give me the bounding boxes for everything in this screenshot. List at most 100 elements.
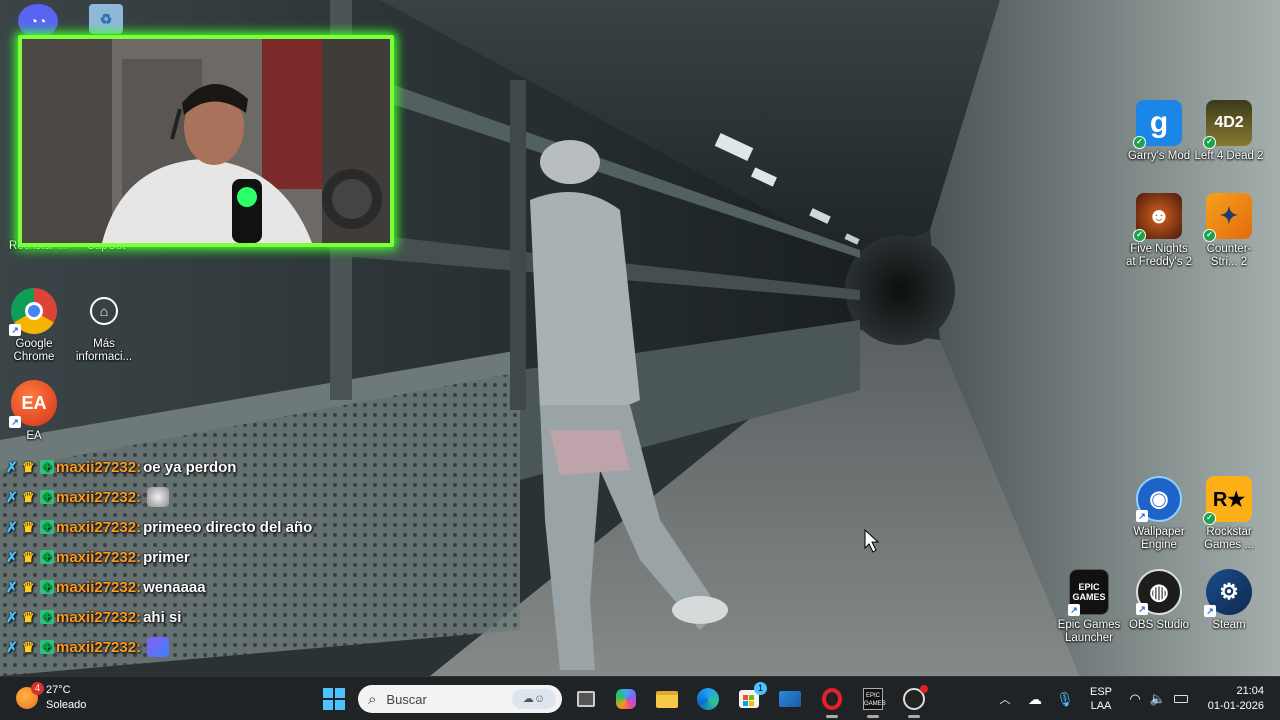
desktop-icon-rockstar-games[interactable]: R★ ✓ Rockstar Games ... (1191, 476, 1267, 552)
speaker-icon: 🔈 (1149, 691, 1167, 706)
chat-text: ahi si (143, 608, 182, 626)
desktop-icon-epic-games[interactable]: EPIC GAMES ↗ Epic Games Launcher (1051, 569, 1127, 645)
obs-running-indicator (908, 715, 920, 718)
moderator-sword-icon: ✗ (6, 518, 18, 535)
search-highlight-icon: ☁☺ (512, 689, 556, 709)
file-explorer-icon (656, 690, 678, 708)
battery-button[interactable] (1171, 689, 1191, 709)
shortcut-arrow-icon: ↗ (1136, 510, 1148, 522)
crown-badge-icon: ♛ (22, 578, 35, 595)
desktop-icon-fnaf-2[interactable]: ☻ ✓ Five Nights at Freddy's 2 (1121, 193, 1197, 269)
subscriber-badge-icon: ✚ (40, 580, 54, 594)
edge-button[interactable] (694, 685, 722, 713)
chat-message: ✗ ♛ ✚ maxii27232: wenaaaa (6, 572, 406, 602)
onedrive-button[interactable]: ☁ (1025, 689, 1045, 709)
cs2-icon: ✦ ✓ (1203, 193, 1252, 242)
obs-icon: ◍ ↗ (1136, 569, 1182, 615)
chat-username: maxii27232: (56, 488, 142, 506)
microphone-icon: 🎙 (1056, 690, 1074, 707)
sun-icon: 4 (16, 682, 44, 709)
copilot-button[interactable] (612, 685, 640, 713)
chrome-icon: ↗ (9, 288, 57, 336)
opera-gx-icon (822, 688, 842, 710)
microsoft-store-icon: 1 (739, 682, 767, 708)
crown-badge-icon: ♛ (22, 488, 35, 505)
desktop-icon-recycle-bin[interactable]: ♻ (68, 4, 144, 34)
chat-username: maxii27232: (56, 518, 142, 536)
wifi-icon: ◠ (1129, 691, 1141, 706)
desktop-icon-steam[interactable]: ⚙ ↗ Steam (1191, 569, 1267, 632)
webcam-feed (22, 39, 390, 243)
subscriber-badge-icon: ✚ (40, 490, 54, 504)
clock-time: 21:04 (1236, 685, 1264, 697)
desktop-icon-mas-informacion[interactable]: ⌂ Más informaci... (66, 288, 142, 364)
obs-taskbar-button[interactable] (900, 685, 928, 713)
moderator-sword-icon: ✗ (6, 488, 18, 505)
webcam-overlay (18, 35, 394, 247)
crown-badge-icon: ♛ (22, 518, 35, 535)
search-placeholder: Buscar (386, 691, 427, 707)
crown-badge-icon: ♛ (22, 638, 35, 655)
store-badge: 1 (754, 682, 767, 695)
chat-text: primer (143, 548, 190, 566)
desktop-icon-ea[interactable]: EA ↗ EA (0, 380, 72, 443)
info-icon: ⌂ (81, 288, 127, 334)
opera-gx-button[interactable] (818, 685, 846, 713)
desktop-icon-discord[interactable]: ◔◔ (0, 4, 76, 38)
synced-check-icon: ✓ (1203, 229, 1216, 242)
mail-icon (779, 691, 801, 707)
desktop-icon-wallpaper-engine[interactable]: ◉ ↗ Wallpaper Engine (1121, 476, 1197, 552)
opera-running-indicator (826, 715, 838, 718)
microphone-button[interactable]: 🎙 (1055, 689, 1075, 709)
taskbar-clock[interactable]: 21:04 01-01-2026 (1200, 684, 1264, 714)
microsoft-store-button[interactable]: 1 (735, 682, 767, 713)
show-hidden-icons-button[interactable]: ︿ (995, 689, 1015, 709)
steam-icon: ⚙ ↗ (1204, 569, 1252, 617)
weather-condition: Soleado (46, 699, 87, 711)
epic-games-icon: EPIC GAMES ↗ (1068, 569, 1109, 616)
subscriber-badge-icon: ✚ (40, 550, 54, 564)
chat-username: maxii27232: (56, 458, 142, 476)
gmod-icon: g ✓ (1133, 100, 1182, 149)
crown-badge-icon: ♛ (22, 608, 35, 625)
moderator-sword-icon: ✗ (6, 638, 18, 655)
chat-message: ✗ ♛ ✚ maxii27232: primer (6, 542, 406, 572)
synced-check-icon: ✓ (1203, 136, 1216, 149)
epic-games-taskbar-button[interactable]: EPIC GAMES (859, 685, 887, 713)
windows-start-icon (323, 688, 345, 710)
desktop-icon-garrys-mod[interactable]: g ✓ Garry's Mod (1121, 100, 1197, 163)
moderator-sword-icon: ✗ (6, 548, 18, 565)
epic-running-indicator (867, 715, 879, 718)
desktop-icon-left-4-dead-2[interactable]: 4D2 ✓ Left 4 Dead 2 (1191, 100, 1267, 163)
cat-emote (147, 487, 170, 507)
shortcut-arrow-icon: ↗ (1136, 603, 1148, 615)
desktop-icon-counter-strike-2[interactable]: ✦ ✓ Counter-Stri... 2 (1191, 193, 1267, 269)
chat-message: ✗ ♛ ✚ maxii27232: oe ya perdon (6, 452, 406, 482)
mail-button[interactable] (776, 685, 804, 713)
shortcut-arrow-icon: ↗ (1068, 604, 1080, 616)
edge-icon (697, 688, 719, 710)
file-explorer-button[interactable] (653, 685, 681, 713)
synced-check-icon: ✓ (1203, 512, 1216, 525)
start-button[interactable] (320, 685, 348, 713)
wallpaper-engine-icon: ◉ ↗ (1136, 476, 1182, 522)
desktop-icon-obs-studio[interactable]: ◍ ↗ OBS Studio (1121, 569, 1197, 632)
desktop-icon-google-chrome[interactable]: ↗ Google Chrome (0, 288, 72, 364)
chat-text: primeeo directo del año (143, 518, 313, 536)
volume-button[interactable]: 🔈 (1148, 689, 1168, 709)
moderator-sword-icon: ✗ (6, 608, 18, 625)
stream-chat: ✗ ♛ ✚ maxii27232: oe ya perdon ✗ ♛ ✚ maxii27232:… (6, 452, 406, 662)
taskbar-search-box[interactable]: ⌕ Buscar ☁☺ (358, 685, 562, 713)
synced-check-icon: ✓ (1133, 229, 1146, 242)
subscriber-badge-icon: ✚ (40, 520, 54, 534)
synced-check-icon: ✓ (1133, 136, 1146, 149)
l4d2-icon: 4D2 ✓ (1203, 100, 1252, 149)
cloud-icon: ☁ (1028, 690, 1042, 707)
weather-widget[interactable]: 4 27°C Soleado (16, 682, 87, 713)
fnaf2-icon: ☻ ✓ (1133, 193, 1182, 242)
task-view-button[interactable] (572, 685, 600, 713)
input-language-indicator[interactable]: ESP LAA (1089, 685, 1113, 713)
wifi-button[interactable]: ◠ (1125, 689, 1145, 709)
chat-message: ✗ ♛ ✚ maxii27232: (6, 482, 406, 512)
subscriber-badge-icon: ✚ (40, 610, 54, 624)
